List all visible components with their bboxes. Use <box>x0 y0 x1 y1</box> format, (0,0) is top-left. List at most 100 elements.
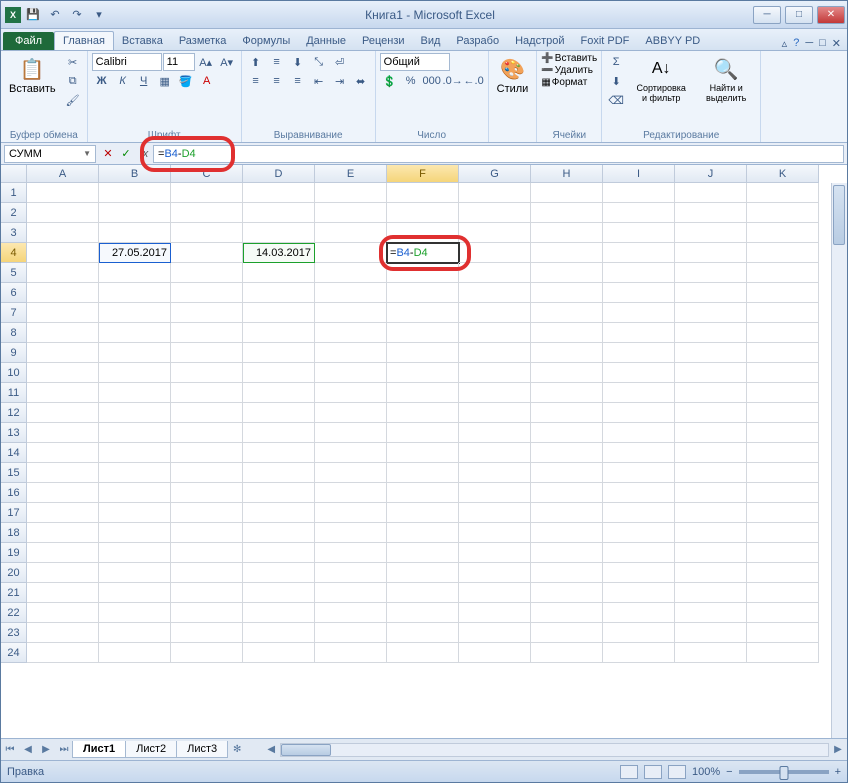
cell-E2[interactable] <box>315 203 387 223</box>
col-header[interactable]: A <box>27 165 99 183</box>
cell-H3[interactable] <box>531 223 603 243</box>
new-sheet-icon[interactable]: ✻ <box>228 741 246 759</box>
cell-D15[interactable] <box>243 463 315 483</box>
row-header[interactable]: 14 <box>1 443 27 463</box>
cell-J3[interactable] <box>675 223 747 243</box>
zoom-level[interactable]: 100% <box>692 766 720 778</box>
cell-D19[interactable] <box>243 543 315 563</box>
cell-G4[interactable] <box>459 243 531 263</box>
cell-A7[interactable] <box>27 303 99 323</box>
cell-G14[interactable] <box>459 443 531 463</box>
cell-K18[interactable] <box>747 523 819 543</box>
row-header[interactable]: 19 <box>1 543 27 563</box>
cell-E7[interactable] <box>315 303 387 323</box>
cell-E13[interactable] <box>315 423 387 443</box>
align-center-icon[interactable]: ≡ <box>267 72 287 90</box>
cell-C19[interactable] <box>171 543 243 563</box>
cell-K13[interactable] <box>747 423 819 443</box>
cell-J9[interactable] <box>675 343 747 363</box>
cell-J6[interactable] <box>675 283 747 303</box>
sheet-tab[interactable]: Лист1 <box>72 741 126 758</box>
styles-button[interactable]: 🎨 Стили <box>493 53 533 97</box>
cell-I21[interactable] <box>603 583 675 603</box>
cell-D20[interactable] <box>243 563 315 583</box>
cell-B8[interactable] <box>99 323 171 343</box>
tab-layout[interactable]: Разметка <box>171 32 235 50</box>
sort-filter-button[interactable]: A↓ Сортировка и фильтр <box>629 53 693 105</box>
row-header[interactable]: 10 <box>1 363 27 383</box>
row-header[interactable]: 8 <box>1 323 27 343</box>
cell-G11[interactable] <box>459 383 531 403</box>
cell-J24[interactable] <box>675 643 747 663</box>
minimize-ribbon-icon[interactable]: ▵ <box>782 37 788 50</box>
first-sheet-icon[interactable]: ⏮ <box>1 741 19 759</box>
cell-E5[interactable] <box>315 263 387 283</box>
cell-H17[interactable] <box>531 503 603 523</box>
cell-K16[interactable] <box>747 483 819 503</box>
cell-B14[interactable] <box>99 443 171 463</box>
increase-indent-icon[interactable]: ⇥ <box>330 72 350 90</box>
accept-formula-icon[interactable]: ✓ <box>117 145 135 163</box>
cell-H1[interactable] <box>531 183 603 203</box>
undo-icon[interactable]: ↶ <box>45 5 65 25</box>
cell-J12[interactable] <box>675 403 747 423</box>
cell-A11[interactable] <box>27 383 99 403</box>
cell-D1[interactable] <box>243 183 315 203</box>
cell-K22[interactable] <box>747 603 819 623</box>
cell-H21[interactable] <box>531 583 603 603</box>
cell-J7[interactable] <box>675 303 747 323</box>
cell-G23[interactable] <box>459 623 531 643</box>
cell-C11[interactable] <box>171 383 243 403</box>
cell-K4[interactable] <box>747 243 819 263</box>
border-icon[interactable]: ▦ <box>155 72 175 90</box>
cell-G1[interactable] <box>459 183 531 203</box>
cell-C16[interactable] <box>171 483 243 503</box>
cell-A1[interactable] <box>27 183 99 203</box>
doc-restore-icon[interactable]: □ <box>819 37 826 50</box>
cell-E1[interactable] <box>315 183 387 203</box>
cell-E11[interactable] <box>315 383 387 403</box>
cell-G21[interactable] <box>459 583 531 603</box>
cell-D9[interactable] <box>243 343 315 363</box>
cell-A12[interactable] <box>27 403 99 423</box>
fx-icon[interactable]: fx <box>135 145 153 163</box>
sheet-tab[interactable]: Лист3 <box>176 741 228 758</box>
cell-I23[interactable] <box>603 623 675 643</box>
cell-B5[interactable] <box>99 263 171 283</box>
cell-F10[interactable] <box>387 363 459 383</box>
copy-icon[interactable]: ⧉ <box>63 72 83 90</box>
cell-F1[interactable] <box>387 183 459 203</box>
cell-K21[interactable] <box>747 583 819 603</box>
cell-I14[interactable] <box>603 443 675 463</box>
cell-G15[interactable] <box>459 463 531 483</box>
cell-G10[interactable] <box>459 363 531 383</box>
cell-I6[interactable] <box>603 283 675 303</box>
cell-H7[interactable] <box>531 303 603 323</box>
cell-J2[interactable] <box>675 203 747 223</box>
cell-C22[interactable] <box>171 603 243 623</box>
cell-G9[interactable] <box>459 343 531 363</box>
cell-K15[interactable] <box>747 463 819 483</box>
cell-H15[interactable] <box>531 463 603 483</box>
cell-F18[interactable] <box>387 523 459 543</box>
cell-F24[interactable] <box>387 643 459 663</box>
cell-G20[interactable] <box>459 563 531 583</box>
cell-D22[interactable] <box>243 603 315 623</box>
cell-I11[interactable] <box>603 383 675 403</box>
prev-sheet-icon[interactable]: ◀ <box>19 741 37 759</box>
file-tab[interactable]: Файл <box>3 32 54 50</box>
cell-E15[interactable] <box>315 463 387 483</box>
cell-I10[interactable] <box>603 363 675 383</box>
cell-B21[interactable] <box>99 583 171 603</box>
cell-A14[interactable] <box>27 443 99 463</box>
row-header[interactable]: 18 <box>1 523 27 543</box>
col-header[interactable]: K <box>747 165 819 183</box>
cell-A3[interactable] <box>27 223 99 243</box>
col-header[interactable]: B <box>99 165 171 183</box>
cell-H10[interactable] <box>531 363 603 383</box>
comma-icon[interactable]: 000 <box>422 72 442 90</box>
row-header[interactable]: 23 <box>1 623 27 643</box>
cell-E17[interactable] <box>315 503 387 523</box>
decrease-indent-icon[interactable]: ⇤ <box>309 72 329 90</box>
cell-F4[interactable]: =B4-D4 <box>387 243 459 263</box>
